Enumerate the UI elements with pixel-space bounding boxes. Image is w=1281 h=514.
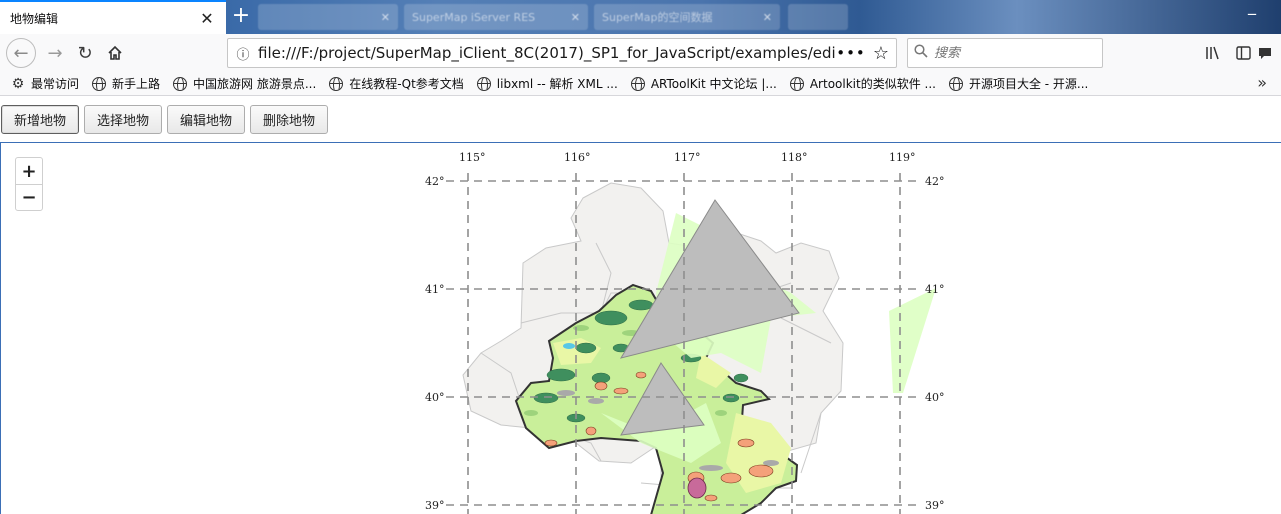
feature-edit-toolbar: 新增地物 选择地物 编辑地物 删除地物 xyxy=(0,96,1281,142)
navigation-bar: ← → ↻ ⓘ ••• ☆ xyxy=(0,34,1281,72)
lat-label: 39° xyxy=(925,499,945,512)
map-canvas[interactable]: 115° 116° 117° 118° 119° 42° 41° 40° 39°… xyxy=(1,143,1281,514)
search-icon xyxy=(908,44,934,62)
lat-label: 39° xyxy=(425,499,445,512)
bookmark-label: 最常访问 xyxy=(31,77,80,91)
tab-active[interactable]: 地物编辑 ✕ xyxy=(0,0,226,34)
globe-icon xyxy=(948,76,964,92)
lon-label: 115° xyxy=(459,151,486,164)
home-icon[interactable] xyxy=(100,38,130,68)
globe-icon xyxy=(789,76,805,92)
search-bar[interactable] xyxy=(907,38,1103,68)
tab-inactive[interactable]: SuperMap iServer RES ✕ xyxy=(404,4,588,30)
tab-close-icon[interactable]: ✕ xyxy=(198,9,216,28)
lon-label: 118° xyxy=(781,151,808,164)
url-input[interactable] xyxy=(258,44,836,62)
chevron-double-right-icon[interactable]: » xyxy=(1257,73,1267,92)
lat-label: 40° xyxy=(425,391,445,404)
tab-title: 地物编辑 xyxy=(10,11,59,26)
bookmarks-toolbar: ⚙ 最常访问 新手上路 中国旅游网 旅游景点... 在线教程-Qt参考文档 li… xyxy=(0,72,1281,96)
zoom-control: + − xyxy=(15,157,43,211)
map-container[interactable]: + − 115° 116° 117° 118° 119° 42° 41° 40°… xyxy=(0,142,1281,514)
delete-feature-button[interactable]: 删除地物 xyxy=(250,104,329,134)
bookmark-item[interactable]: ⚙ 最常访问 xyxy=(10,75,79,92)
bookmark-label: ARToolKit 中文论坛 |... xyxy=(650,77,777,91)
lon-label: 119° xyxy=(889,151,916,164)
bookmark-item[interactable]: libxml -- 解析 XML ... xyxy=(476,75,618,92)
tab-inactive[interactable]: SuperMap的空间数据 ✕ xyxy=(594,4,780,30)
tab-close-icon[interactable]: ✕ xyxy=(381,11,390,24)
bookmark-label: Artoolkit的类似软件 ... xyxy=(809,77,936,91)
lat-label: 40° xyxy=(925,391,945,404)
bookmark-item[interactable]: 开源项目大全 - 开源... xyxy=(948,75,1088,92)
globe-icon xyxy=(91,76,107,92)
edited-polygon[interactable] xyxy=(889,288,936,393)
tab-label: SuperMap的空间数据 xyxy=(602,11,713,24)
add-feature-button[interactable]: 新增地物 xyxy=(1,104,80,134)
select-feature-button[interactable]: 选择地物 xyxy=(84,104,163,134)
lat-label: 42° xyxy=(425,175,445,188)
address-bar[interactable]: ⓘ ••• ☆ xyxy=(227,38,897,68)
bookmark-item[interactable]: Artoolkit的类似软件 ... xyxy=(789,75,936,92)
gear-icon: ⚙ xyxy=(11,75,25,92)
bookmark-label: 开源项目大全 - 开源... xyxy=(968,77,1089,91)
zoom-out-button[interactable]: − xyxy=(16,184,42,210)
reload-icon[interactable]: ↻ xyxy=(70,38,100,68)
window-minimize-icon[interactable]: _ xyxy=(1237,0,1267,20)
chat-icon[interactable] xyxy=(1258,38,1281,68)
bookmark-star-icon[interactable]: ☆ xyxy=(866,43,896,64)
info-icon[interactable]: ⓘ xyxy=(228,44,258,63)
tab-close-icon[interactable]: ✕ xyxy=(571,11,580,24)
bookmark-label: libxml -- 解析 XML ... xyxy=(496,77,618,91)
forward-arrow-icon[interactable]: → xyxy=(40,38,70,68)
lat-label: 41° xyxy=(425,283,445,296)
new-tab-icon[interactable]: + xyxy=(228,4,254,30)
bookmark-label: 中国旅游网 旅游景点... xyxy=(193,77,317,91)
tab-inactive[interactable]: ✕ xyxy=(258,4,398,30)
bookmark-item[interactable]: 新手上路 xyxy=(91,75,160,92)
tab-label: SuperMap iServer RES xyxy=(412,10,536,24)
lon-label: 116° xyxy=(564,151,591,164)
library-icon[interactable] xyxy=(1198,38,1228,68)
tab-strip: 地物编辑 ✕ + ✕ SuperMap iServer RES ✕ SuperMa… xyxy=(0,0,1281,34)
lat-label: 41° xyxy=(925,283,945,296)
globe-icon xyxy=(630,76,646,92)
back-arrow-icon[interactable]: ← xyxy=(6,38,36,68)
lat-label: 42° xyxy=(925,175,945,188)
bookmark-item[interactable]: 中国旅游网 旅游景点... xyxy=(172,75,316,92)
lon-label: 117° xyxy=(674,151,701,164)
edit-feature-button[interactable]: 编辑地物 xyxy=(167,104,246,134)
globe-icon xyxy=(476,76,492,92)
water-patch xyxy=(563,343,575,349)
bookmark-label: 新手上路 xyxy=(112,77,161,91)
bookmark-item[interactable]: 在线教程-Qt参考文档 xyxy=(328,75,464,92)
zoom-in-button[interactable]: + xyxy=(16,158,42,184)
toolbar-right xyxy=(1198,38,1281,68)
purple-patch xyxy=(687,477,707,499)
tab-inactive[interactable] xyxy=(788,4,848,30)
search-input[interactable] xyxy=(934,45,1102,61)
page-actions-icon[interactable]: ••• xyxy=(836,44,866,62)
globe-icon xyxy=(172,76,188,92)
sidebar-icon[interactable] xyxy=(1228,38,1258,68)
bookmark-item[interactable]: ARToolKit 中文论坛 |... xyxy=(630,75,777,92)
tab-close-icon[interactable]: ✕ xyxy=(763,11,772,24)
bookmark-label: 在线教程-Qt参考文档 xyxy=(349,77,464,91)
globe-icon xyxy=(328,76,344,92)
